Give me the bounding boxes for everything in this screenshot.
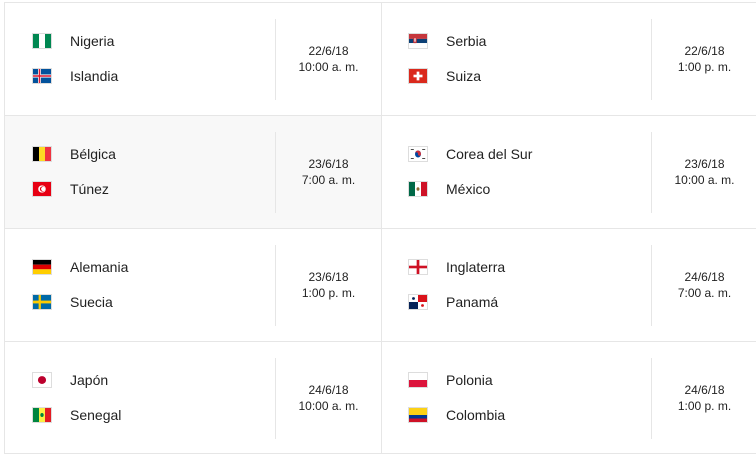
match-time: 10:00 a. m.	[298, 60, 359, 74]
match-date: 23/6/18	[308, 157, 349, 171]
match-card[interactable]: Corea del Sur México 23/6/18 10:00 a. m.	[381, 116, 756, 229]
match-datetime: 23/6/18 1:00 p. m.	[276, 269, 381, 301]
match-time: 1:00 p. m.	[677, 399, 732, 413]
team-name: Suecia	[70, 294, 113, 310]
belgium-flag-icon	[32, 146, 52, 162]
match-datetime: 23/6/18 10:00 a. m.	[652, 156, 756, 188]
match-time: 10:00 a. m.	[298, 399, 359, 413]
match-time: 1:00 p. m.	[301, 286, 356, 300]
match-datetime: 22/6/18 1:00 p. m.	[652, 43, 756, 75]
iceland-flag-icon	[32, 68, 52, 84]
match-datetime: 23/6/18 7:00 a. m.	[276, 156, 381, 188]
team-name: Panamá	[446, 294, 499, 310]
team-name: México	[446, 181, 491, 197]
team-name: Senegal	[70, 407, 122, 423]
team-name: Túnez	[70, 181, 109, 197]
match-date: 22/6/18	[308, 44, 349, 58]
match-card[interactable]: Serbia Suiza 22/6/18 1:00 p. m.	[381, 3, 756, 116]
switzerland-flag-icon	[408, 68, 428, 84]
team-row: Senegal	[32, 405, 121, 425]
team-name: Corea del Sur	[446, 146, 533, 162]
matches-grid: Nigeria Islandia 22/6/18 10:00 a. m. Serb…	[4, 2, 756, 454]
match-date: 23/6/18	[684, 157, 725, 171]
germany-flag-icon	[32, 259, 52, 275]
team-row: Bélgica	[32, 144, 116, 164]
team-row: Alemania	[32, 257, 128, 277]
team-row: Suecia	[32, 292, 113, 312]
team-row: Serbia	[408, 31, 486, 51]
team-name: Suiza	[446, 68, 482, 84]
team-name: Inglaterra	[446, 259, 506, 275]
match-card[interactable]: Polonia Colombia 24/6/18 1:00 p. m.	[381, 342, 756, 455]
match-datetime: 22/6/18 10:00 a. m.	[276, 43, 381, 75]
match-card[interactable]: Alemania Suecia 23/6/18 1:00 p. m.	[5, 229, 381, 342]
team-name: Bélgica	[70, 146, 116, 162]
match-time: 1:00 p. m.	[677, 60, 732, 74]
sweden-flag-icon	[32, 294, 52, 310]
tunisia-flag-icon	[32, 181, 52, 197]
japan-flag-icon	[32, 372, 52, 388]
match-date: 23/6/18	[308, 270, 349, 284]
team-name: Serbia	[446, 33, 487, 49]
england-flag-icon	[408, 259, 428, 275]
column-divider	[381, 3, 382, 453]
team-row: Túnez	[32, 179, 109, 199]
match-datetime: 24/6/18 7:00 a. m.	[652, 269, 756, 301]
match-card[interactable]: Japón Senegal 24/6/18 10:00 a. m.	[5, 342, 381, 455]
match-date: 24/6/18	[684, 270, 725, 284]
team-name: Alemania	[70, 259, 129, 275]
match-time: 10:00 a. m.	[674, 173, 735, 187]
match-card[interactable]: Nigeria Islandia 22/6/18 10:00 a. m.	[5, 3, 381, 116]
team-row: Polonia	[408, 370, 493, 390]
team-name: Islandia	[70, 68, 119, 84]
nigeria-flag-icon	[32, 33, 52, 49]
team-row: Suiza	[408, 66, 481, 86]
match-datetime: 24/6/18 10:00 a. m.	[276, 382, 381, 414]
team-row: Islandia	[32, 66, 118, 86]
south-korea-flag-icon	[408, 146, 428, 162]
panama-flag-icon	[408, 294, 428, 310]
team-name: Polonia	[446, 372, 493, 388]
team-row: Corea del Sur	[408, 144, 532, 164]
team-row: Japón	[32, 370, 108, 390]
match-datetime: 24/6/18 1:00 p. m.	[652, 382, 756, 414]
match-date: 22/6/18	[684, 44, 725, 58]
colombia-flag-icon	[408, 407, 428, 423]
serbia-flag-icon	[408, 33, 428, 49]
poland-flag-icon	[408, 372, 428, 388]
match-card[interactable]: Bélgica Túnez 23/6/18 7:00 a. m.	[5, 116, 381, 229]
team-name: Colombia	[446, 407, 506, 423]
match-date: 24/6/18	[308, 383, 349, 397]
mexico-flag-icon	[408, 181, 428, 197]
match-time: 7:00 a. m.	[301, 173, 356, 187]
team-row: Panamá	[408, 292, 498, 312]
team-row: Inglaterra	[408, 257, 505, 277]
team-row: Nigeria	[32, 31, 114, 51]
match-time: 7:00 a. m.	[677, 286, 732, 300]
match-card[interactable]: Inglaterra Panamá 24/6/18 7:00 a. m.	[381, 229, 756, 342]
team-name: Japón	[70, 372, 109, 388]
match-date: 24/6/18	[684, 383, 725, 397]
team-row: Colombia	[408, 405, 505, 425]
team-name: Nigeria	[70, 33, 115, 49]
senegal-flag-icon	[32, 407, 52, 423]
team-row: México	[408, 179, 490, 199]
